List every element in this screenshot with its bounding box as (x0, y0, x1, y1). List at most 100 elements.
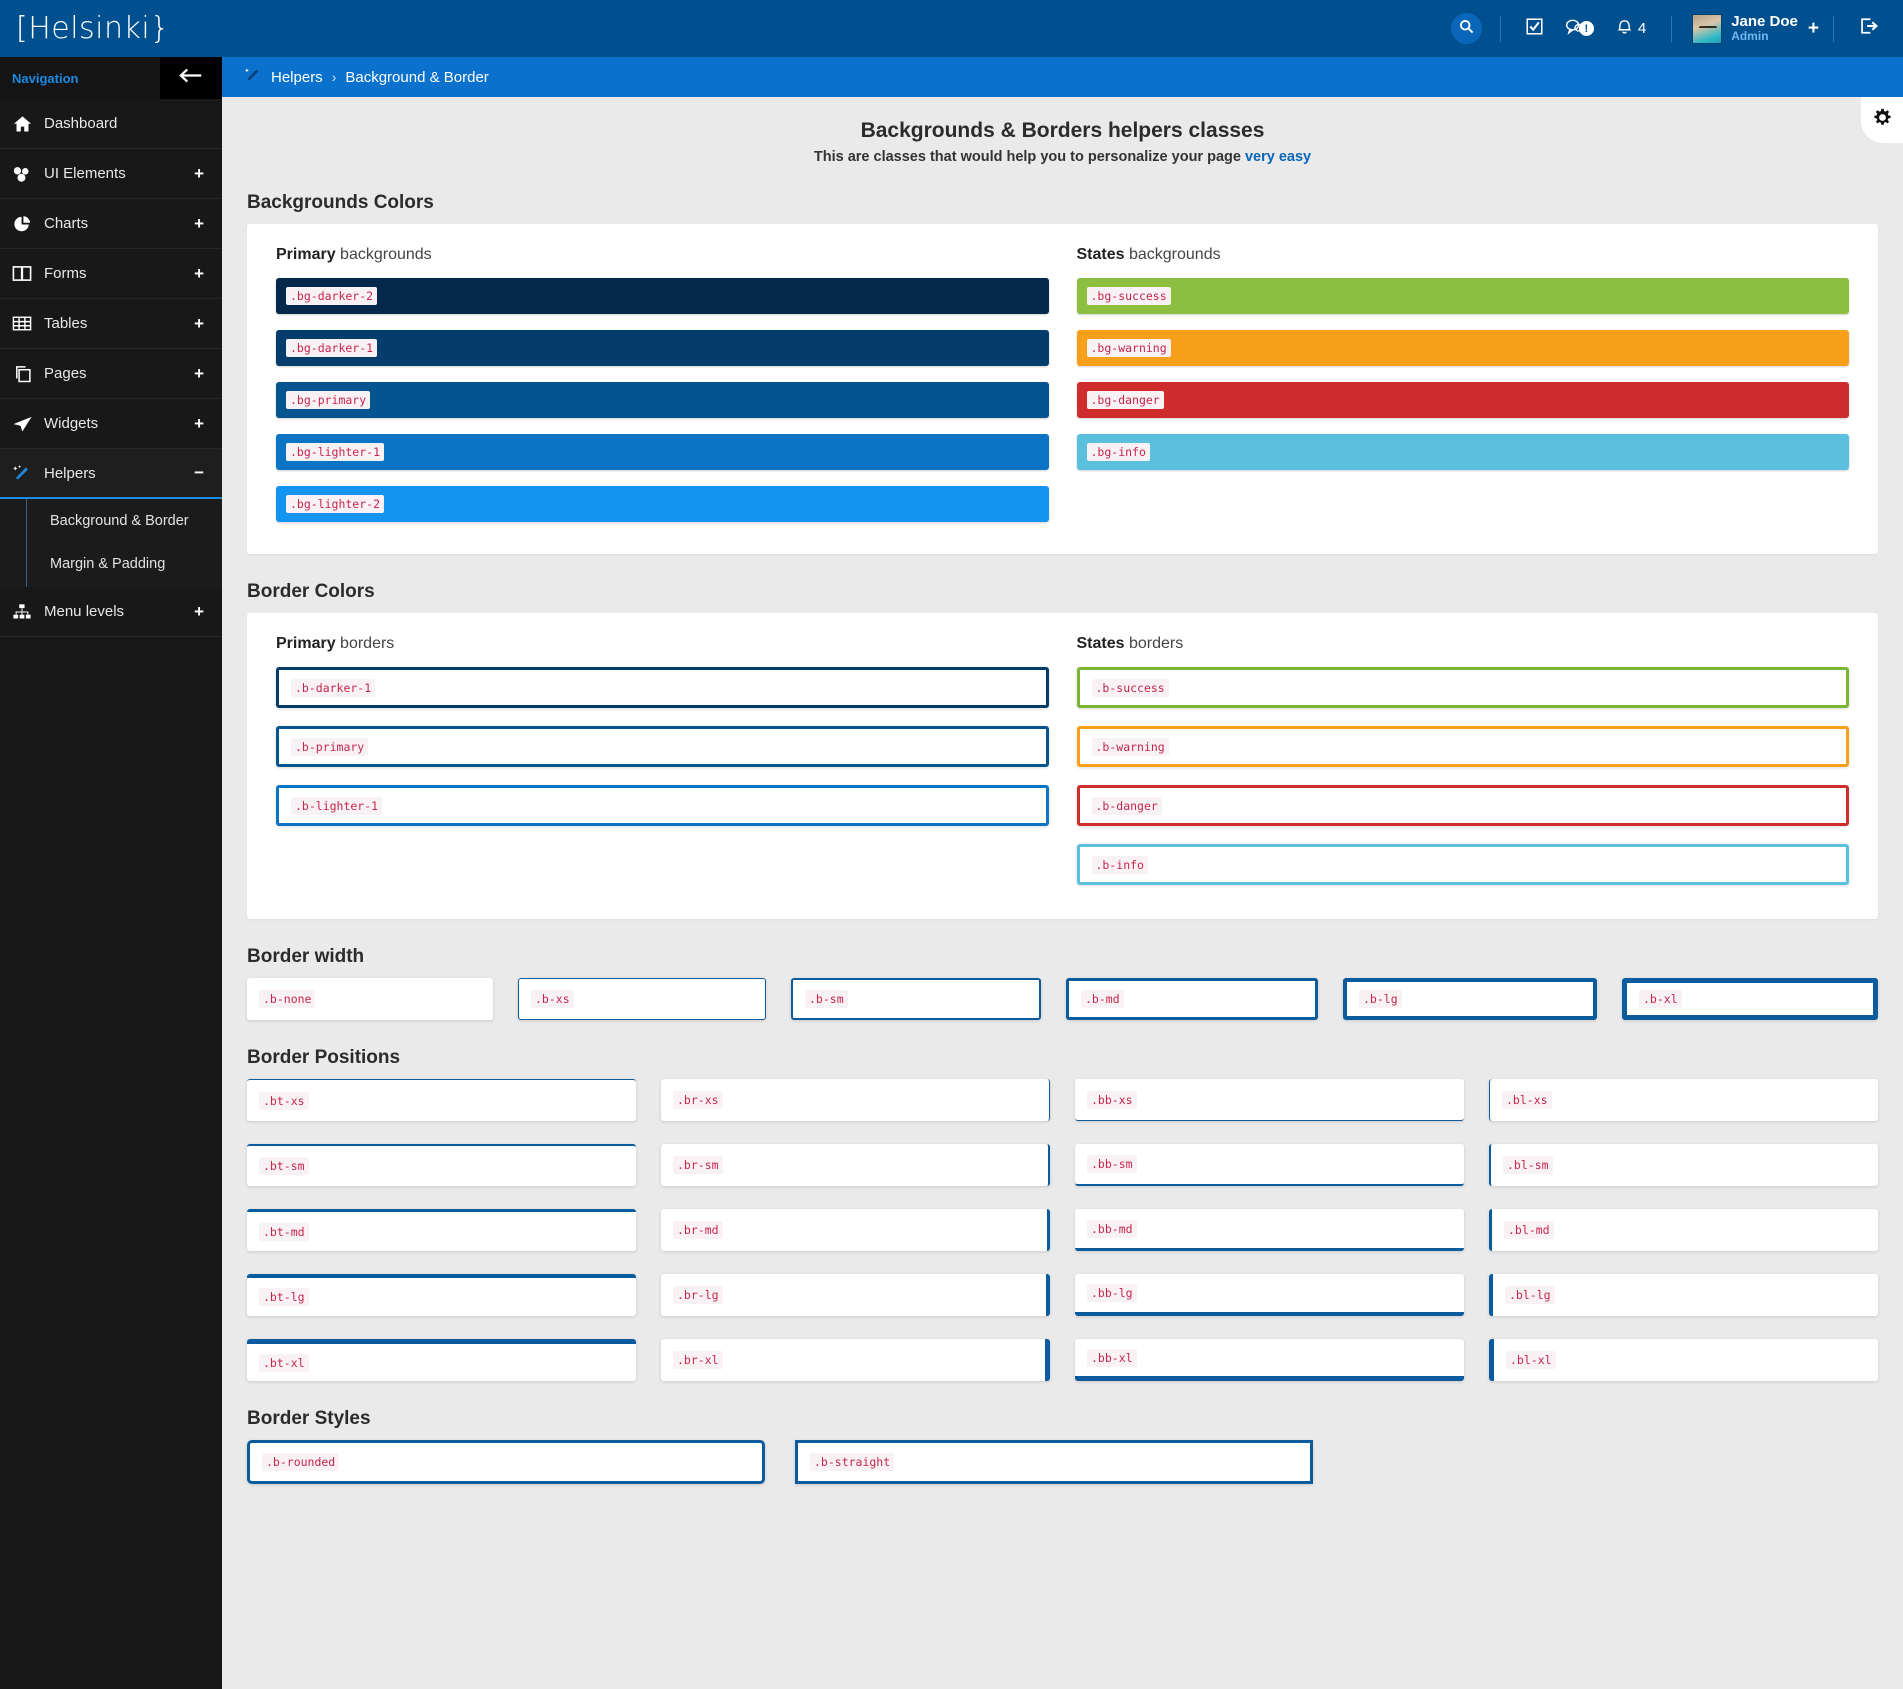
app-logo[interactable]: [Helsinki} (0, 0, 222, 57)
border-position-label: .bb-lg (1087, 1284, 1137, 1302)
border-class-label: .b-danger (1091, 796, 1162, 815)
sidebar-item-tables[interactable]: Tables + (0, 299, 222, 349)
border-width-box: .b-sm (791, 978, 1041, 1020)
border-width-row: .b-none .b-xs .b-sm .b-md .b-lg .b-xl (247, 978, 1878, 1020)
section-title-border-colors: Border Colors (247, 581, 375, 602)
magic-wand-icon (0, 464, 44, 482)
heading-strong: Primary (276, 635, 336, 652)
sidebar-item-forms[interactable]: Forms + (0, 249, 222, 299)
background-swatch: .bg-success (1076, 278, 1849, 314)
border-colors-panel: Primary borders .b-darker-1 .b-primary .b-… (247, 613, 1878, 919)
avatar[interactable] (1692, 13, 1723, 44)
background-swatch: .bg-darker-1 (276, 330, 1049, 366)
sidebar-item-dashboard[interactable]: Dashboard (0, 99, 222, 149)
tasks-button[interactable] (1526, 17, 1543, 40)
states-backgrounds-list: .bg-success .bg-warning .bg-danger .bg-info (1076, 278, 1849, 470)
magic-wand-icon (244, 66, 262, 88)
send-icon (0, 415, 44, 433)
sidebar-item-pages[interactable]: Pages + (0, 349, 222, 399)
section-title-border-positions: Border Positions (247, 1047, 401, 1068)
sidebar-item-charts[interactable]: Charts + (0, 199, 222, 249)
border-class-label: .b-lighter-1 (291, 796, 383, 815)
swatch-class-label: .bg-lighter-1 (286, 443, 385, 461)
border-position-box: .bl-xl (1489, 1339, 1878, 1381)
sidebar-collapse-button[interactable] (160, 57, 222, 99)
border-position-box: .bb-xs (1075, 1079, 1464, 1121)
messages-button[interactable]: ! (1565, 18, 1594, 40)
submenu-label: Background & Border (50, 512, 189, 529)
border-position-label: .bt-xs (259, 1091, 309, 1110)
border-style-label: .b-straight (810, 1453, 895, 1471)
alerts-button[interactable]: 4 (1616, 17, 1646, 40)
swatch-class-label: .bg-darker-1 (286, 339, 378, 357)
logout-button[interactable] (1859, 17, 1879, 40)
border-position-label: .bt-md (259, 1222, 309, 1241)
primary-borders-heading: Primary borders (276, 635, 1049, 653)
border-width-label: .b-lg (1359, 990, 1402, 1008)
user-menu[interactable]: Jane Doe Admin (1731, 13, 1798, 44)
gear-icon (1873, 108, 1892, 132)
sidebar-item-background-border[interactable]: Background & Border (0, 499, 222, 542)
sidebar-collapse: − (194, 463, 204, 482)
border-class-label: .b-info (1091, 855, 1148, 874)
border-class-label: .b-warning (1091, 737, 1169, 756)
heading-rest: backgrounds (335, 246, 432, 263)
border-width-box: .b-lg (1343, 978, 1597, 1020)
user-role: Admin (1731, 29, 1769, 44)
pie-chart-icon (0, 215, 44, 233)
check-square-icon (1526, 17, 1543, 40)
border-color-box: .b-primary (276, 726, 1049, 767)
border-position-label: .br-md (673, 1221, 723, 1239)
section-title-border-width: Border width (247, 946, 365, 967)
border-position-box: .br-md (661, 1209, 1050, 1251)
border-position-label: .bl-sm (1503, 1156, 1553, 1174)
border-position-label: .bb-xl (1087, 1348, 1137, 1367)
swatch-class-label: .bg-lighter-2 (286, 495, 385, 513)
border-position-label: .bl-lg (1505, 1286, 1555, 1304)
sidebar-expand: + (194, 363, 204, 383)
border-width-box: .b-none (247, 978, 493, 1020)
heading-rest: backgrounds (1124, 246, 1221, 263)
sitemap-icon (0, 603, 44, 620)
heading-strong: States (1076, 246, 1125, 263)
page-title: Backgrounds & Borders helpers classes (860, 119, 1265, 142)
border-width-box: .b-xs (518, 978, 766, 1020)
user-expand-button[interactable]: + (1808, 18, 1819, 40)
logout-icon (1859, 17, 1879, 40)
page-subtitle-highlight: very easy (1244, 149, 1312, 165)
background-swatch: .bg-primary (276, 382, 1049, 418)
divider (1833, 15, 1834, 42)
settings-button[interactable] (1861, 97, 1903, 143)
border-position-label: .bl-xl (1506, 1351, 1556, 1369)
breadcrumb: Helpers › Background & Border (222, 57, 1903, 97)
background-swatch: .bg-lighter-1 (276, 434, 1049, 470)
primary-backgrounds-column: Primary backgrounds .bg-darker-2 .bg-dark… (262, 246, 1063, 538)
border-position-label: .br-lg (673, 1286, 723, 1304)
page-subtitle: This are classes that would help you to … (222, 143, 1903, 165)
sidebar-item-menu-levels[interactable]: Menu levels + (0, 587, 222, 637)
border-color-box: .b-darker-1 (276, 667, 1049, 708)
border-color-box: .b-lighter-1 (276, 785, 1049, 826)
border-position-box: .bb-sm (1075, 1144, 1464, 1186)
border-width-label: .b-xs (531, 990, 574, 1008)
sidebar-expand: + (194, 213, 204, 233)
main-content: Backgrounds & Borders helpers classes Th… (222, 97, 1903, 1689)
border-position-box: .br-xs (661, 1079, 1050, 1121)
border-position-box: .bl-xs (1489, 1079, 1878, 1121)
sidebar-item-ui-elements[interactable]: UI Elements + (0, 149, 222, 199)
search-button[interactable] (1450, 13, 1482, 44)
border-class-label: .b-darker-1 (291, 678, 376, 697)
breadcrumb-root[interactable]: Helpers (271, 69, 323, 86)
border-position-box: .br-lg (661, 1274, 1050, 1316)
sidebar-item-helpers[interactable]: Helpers − (0, 449, 222, 499)
sidebar-header: Navigation (0, 57, 222, 99)
swatch-class-label: .bg-info (1086, 443, 1150, 461)
sidebar-item-label: UI Elements (44, 165, 126, 182)
background-swatch: .bg-warning (1076, 330, 1849, 366)
columns-icon (0, 265, 44, 282)
border-position-label: .bb-md (1087, 1219, 1137, 1238)
breadcrumb-separator: › (331, 69, 337, 85)
sidebar-item-widgets[interactable]: Widgets + (0, 399, 222, 449)
sidebar-item-margin-padding[interactable]: Margin & Padding (0, 542, 222, 585)
divider (1671, 15, 1673, 42)
